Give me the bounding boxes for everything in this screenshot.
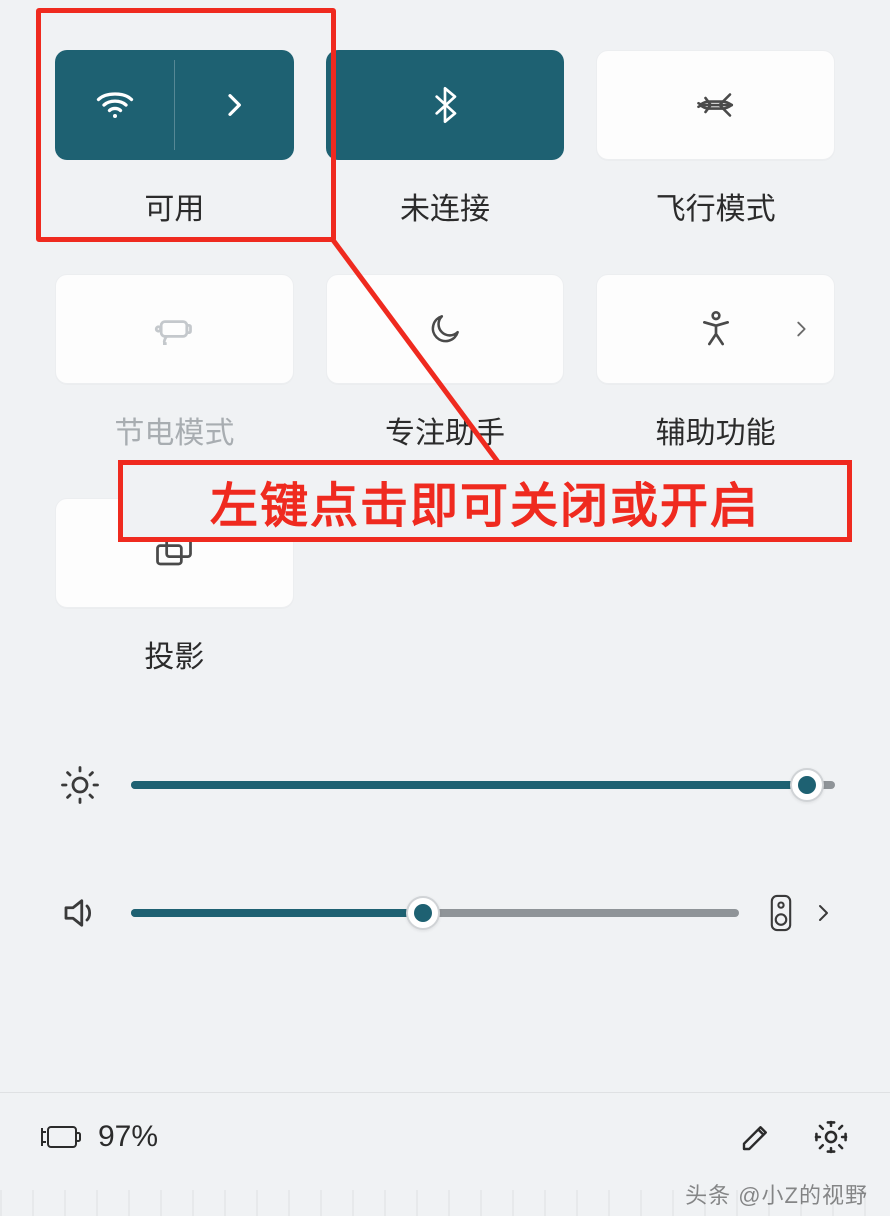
battery-status[interactable]: 97% xyxy=(40,1120,158,1154)
brightness-slider[interactable] xyxy=(131,781,835,789)
footer-bar: 97% xyxy=(0,1092,890,1180)
battery-saver-label: 节电模式 xyxy=(114,408,234,452)
project-label: 投影 xyxy=(144,632,204,676)
airplane-tile[interactable] xyxy=(596,50,835,160)
tile-wrapper-accessibility: 辅助功能 xyxy=(596,274,835,452)
accessibility-tile[interactable] xyxy=(596,274,835,384)
focus-assist-label: 专注助手 xyxy=(385,408,505,452)
battery-percent: 97% xyxy=(98,1120,158,1154)
tile-wrapper-focus: 专注助手 xyxy=(326,274,565,452)
footer-actions xyxy=(738,1118,850,1156)
quick-settings-panel: 可用 未连接 飞行 xyxy=(0,0,890,1216)
volume-thumb[interactable] xyxy=(406,896,440,930)
tile-wrapper-project: 投影 xyxy=(55,498,294,676)
bluetooth-label: 未连接 xyxy=(400,184,490,228)
sliders-section xyxy=(55,764,835,934)
project-icon xyxy=(152,531,196,575)
project-tile[interactable] xyxy=(55,498,294,608)
wifi-tile[interactable] xyxy=(55,50,294,160)
wifi-toggle-half[interactable] xyxy=(55,50,174,160)
wifi-label: 可用 xyxy=(144,184,204,228)
brightness-thumb[interactable] xyxy=(790,768,824,802)
moon-icon xyxy=(426,310,464,348)
accessibility-icon xyxy=(696,309,736,349)
brightness-row xyxy=(55,764,835,806)
tiles-grid: 可用 未连接 飞行 xyxy=(55,50,835,676)
edit-button[interactable] xyxy=(738,1119,774,1155)
brightness-icon xyxy=(55,764,105,806)
watermark-text: 头条 @小Z的视野 xyxy=(685,1178,868,1210)
chevron-right-icon xyxy=(218,89,250,121)
wifi-expand-half[interactable] xyxy=(174,50,293,160)
volume-output-group xyxy=(765,892,835,934)
airplane-icon xyxy=(695,84,737,126)
chevron-right-icon[interactable] xyxy=(811,901,835,925)
bluetooth-tile[interactable] xyxy=(326,50,565,160)
battery-saver-icon xyxy=(152,307,196,351)
tile-wrapper-wifi: 可用 xyxy=(55,50,294,228)
volume-icon xyxy=(55,892,105,934)
bluetooth-icon xyxy=(425,85,465,125)
volume-slider[interactable] xyxy=(131,909,739,917)
chevron-right-icon xyxy=(790,318,812,340)
settings-button[interactable] xyxy=(812,1118,850,1156)
tile-wrapper-battery-saver: 节电模式 xyxy=(55,274,294,452)
airplane-label: 飞行模式 xyxy=(656,184,776,228)
accessibility-label: 辅助功能 xyxy=(656,408,776,452)
volume-row xyxy=(55,892,835,934)
tile-divider xyxy=(174,60,175,150)
wifi-icon xyxy=(93,83,137,127)
battery-charging-icon xyxy=(40,1122,84,1152)
focus-assist-tile[interactable] xyxy=(326,274,565,384)
tile-wrapper-airplane: 飞行模式 xyxy=(596,50,835,228)
audio-output-icon[interactable] xyxy=(765,892,797,934)
battery-saver-tile[interactable] xyxy=(55,274,294,384)
tile-wrapper-bluetooth: 未连接 xyxy=(326,50,565,228)
